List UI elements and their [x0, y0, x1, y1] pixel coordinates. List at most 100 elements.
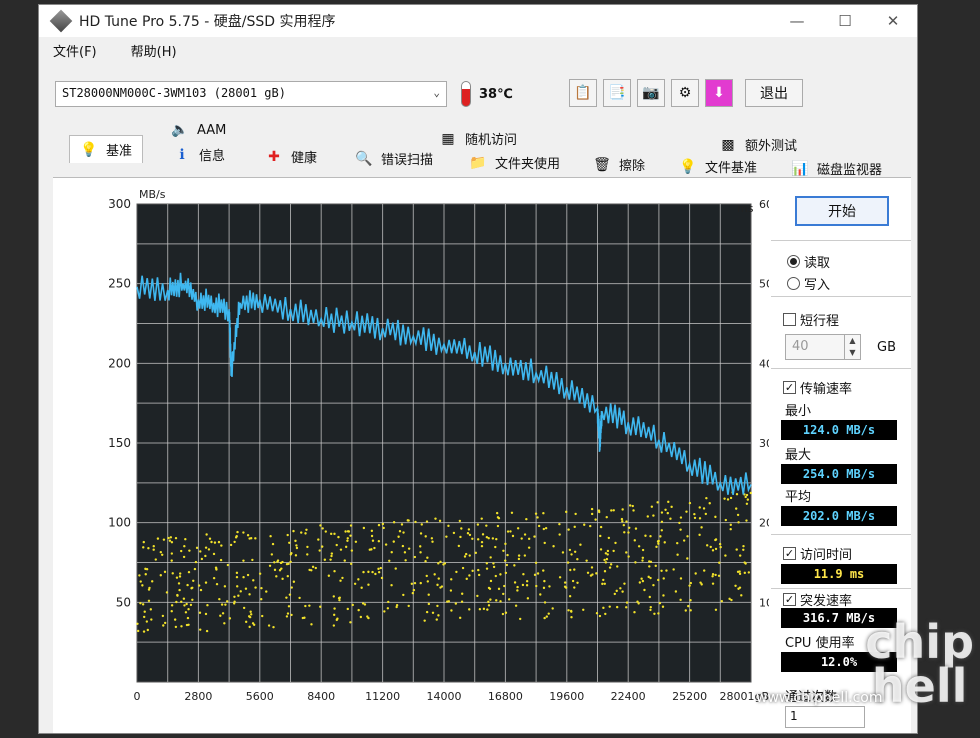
access-time-point: [458, 616, 462, 620]
tab-erase[interactable]: 🗑 擦除: [593, 155, 645, 175]
access-time-point: [533, 573, 537, 577]
exit-button[interactable]: 退出: [745, 79, 803, 107]
access-time-point: [643, 588, 646, 592]
toolbar: ST28000NM000C-3WM103 (28001 gB) ⌄ 38 ℃ 📋…: [39, 79, 917, 113]
access-time-point: [206, 604, 209, 607]
screenshot-button[interactable]: 📷: [637, 79, 665, 107]
access-time-point: [667, 500, 670, 504]
access-time-point: [734, 507, 738, 510]
access-time-point: [620, 517, 624, 521]
short-stroke-checkbox[interactable]: 短行程: [783, 310, 839, 329]
access-time-point: [686, 557, 689, 560]
access-time-point: [619, 587, 622, 590]
access-time-point: [430, 537, 434, 540]
access-time-point: [367, 583, 370, 586]
access-time-point: [539, 593, 542, 596]
access-time-point: [487, 604, 491, 607]
access-time-point: [520, 537, 523, 540]
access-time-point: [308, 604, 311, 607]
access-time-point: [460, 592, 464, 595]
access-time-point: [637, 602, 640, 605]
menu-bar: 文件(F) 帮助(H): [39, 41, 197, 65]
maximize-button[interactable]: ☐: [821, 5, 869, 37]
tab-health[interactable]: ✚ 健康: [265, 147, 317, 167]
access-time-point: [591, 573, 594, 576]
access-time-point: [606, 549, 610, 553]
access-time-point: [720, 599, 724, 603]
short-stroke-stepper[interactable]: 40 ▲ ▼: [785, 334, 861, 360]
tab-folder-usage[interactable]: 📁 文件夹使用: [469, 153, 560, 173]
access-time-point: [450, 578, 453, 581]
access-time-point: [359, 615, 363, 619]
access-time-point: [676, 541, 679, 545]
read-radio[interactable]: 读取: [787, 252, 830, 271]
access-time-point: [402, 593, 405, 597]
access-time-point: [258, 572, 262, 575]
access-time-point: [229, 543, 233, 547]
access-time-point: [191, 598, 194, 601]
write-radio[interactable]: 写入: [787, 274, 830, 293]
tab-disk-monitor[interactable]: 📊 磁盘监视器: [791, 159, 882, 179]
tab-aam[interactable]: 🔈 AAM: [171, 121, 226, 139]
access-time-point: [184, 611, 188, 614]
access-time-point: [745, 519, 748, 522]
tab-info[interactable]: ℹ 信息: [173, 145, 225, 165]
access-time-point: [207, 548, 211, 551]
tab-extra-tests[interactable]: ▩ 额外测试: [719, 135, 797, 155]
access-time-point: [633, 611, 636, 614]
access-time-point: [661, 605, 665, 608]
access-time-point: [659, 535, 662, 538]
burst-rate-checkbox[interactable]: ✓ 突发速率: [783, 590, 852, 609]
access-time-point: [485, 524, 488, 527]
access-time-point: [454, 602, 458, 605]
access-time-point: [246, 533, 250, 537]
transfer-rate-checkbox[interactable]: ✓ 传输速率: [783, 378, 852, 397]
access-time-point: [170, 604, 174, 607]
access-time-point: [286, 574, 289, 578]
access-time-point: [350, 549, 354, 552]
access-time-point: [485, 567, 489, 570]
minimize-button[interactable]: —: [773, 5, 821, 37]
access-time-point: [224, 603, 227, 606]
access-time-checkbox[interactable]: ✓ 访问时间: [783, 544, 852, 563]
close-button[interactable]: ✕: [869, 5, 917, 37]
access-time-point: [622, 523, 626, 527]
menu-file[interactable]: 文件(F): [53, 41, 97, 65]
access-time-point: [534, 561, 538, 565]
access-time-point: [711, 575, 714, 578]
access-time-point: [173, 618, 177, 621]
access-time-point: [324, 530, 327, 533]
access-time-point: [478, 608, 482, 611]
access-time-point: [726, 498, 730, 501]
options-button[interactable]: ⚙: [671, 79, 699, 107]
access-time-point: [536, 572, 540, 575]
access-time-point: [370, 529, 374, 533]
access-time-point: [605, 515, 608, 519]
access-time-point: [491, 537, 495, 540]
tab-file-benchmark[interactable]: 💡 文件基准: [679, 157, 757, 177]
access-time-point: [292, 580, 296, 583]
start-button[interactable]: 开始: [795, 196, 889, 226]
access-time-point: [517, 554, 521, 557]
access-time-point: [466, 531, 470, 535]
radio-dot-read: [787, 255, 800, 268]
copy-text-button[interactable]: 📋: [569, 79, 597, 107]
access-time-point: [329, 532, 333, 536]
copy-image-button[interactable]: 📑: [603, 79, 631, 107]
access-time-point: [571, 579, 575, 583]
save-button[interactable]: ⬇: [705, 79, 733, 107]
access-time-point: [625, 601, 629, 604]
access-time-point: [388, 559, 391, 562]
tab-benchmark[interactable]: 💡 基准: [69, 135, 144, 163]
tab-error-scan[interactable]: 🔍 错误扫描: [355, 149, 433, 169]
access-time-point: [233, 595, 236, 598]
drive-select[interactable]: ST28000NM000C-3WM103 (28001 gB) ⌄: [55, 81, 447, 107]
passes-stepper[interactable]: 1: [785, 706, 865, 728]
erase-icon: 🗑: [593, 156, 611, 173]
tab-random-access[interactable]: ▦ 随机访问: [439, 129, 517, 149]
access-time-point: [154, 558, 157, 561]
access-time-point: [740, 594, 743, 597]
menu-help[interactable]: 帮助(H): [131, 41, 177, 65]
access-time-point: [738, 586, 742, 589]
access-time-point: [248, 615, 252, 619]
